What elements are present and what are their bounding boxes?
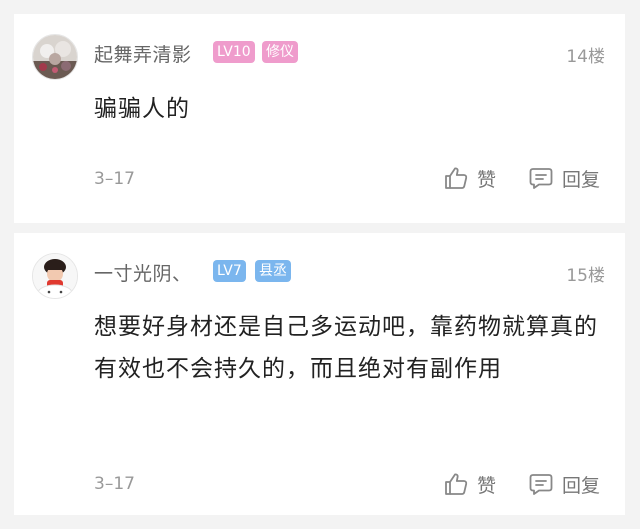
comment-content: 想要好身材还是自己多运动吧，靠药物就算真的有效也不会持久的，而且绝对有副作用 <box>94 314 598 382</box>
reply-label: 回复 <box>562 168 601 191</box>
reply-label: 回复 <box>562 474 601 497</box>
comment-content: 骗骗人的 <box>94 96 190 122</box>
like-label: 赞 <box>477 168 497 191</box>
thumbs-up-icon <box>445 167 468 189</box>
title-badge: 县丞 <box>255 260 291 282</box>
like-button[interactable]: 赞 <box>443 470 496 498</box>
comment-icon <box>529 168 553 189</box>
username[interactable]: 一寸光阴、 <box>94 259 192 286</box>
comment-card: 一寸光阴、 LV7 县丞 15楼 想要好身材还是自己多运动吧，靠药物就算真的有效… <box>14 233 625 515</box>
comment-icon <box>529 474 553 495</box>
avatar[interactable] <box>32 253 78 299</box>
thumbs-up-icon <box>445 473 468 495</box>
comment-date: 3–17 <box>94 474 135 494</box>
title-badge: 修仪 <box>262 41 298 63</box>
level-badge: LV7 <box>213 260 246 282</box>
reply-button[interactable]: 回复 <box>528 470 600 498</box>
avatar[interactable] <box>32 34 78 80</box>
like-label: 赞 <box>477 474 497 497</box>
username[interactable]: 起舞弄清影 <box>94 40 192 67</box>
reply-button[interactable]: 回复 <box>528 164 600 192</box>
comment-card: 起舞弄清影 LV10 修仪 14楼 骗骗人的 3–17 赞 回复 <box>14 14 625 223</box>
like-button[interactable]: 赞 <box>443 164 496 192</box>
avatar-image <box>33 35 77 79</box>
avatar-image <box>33 254 77 298</box>
comment-date: 3–17 <box>94 169 135 189</box>
level-badge: LV10 <box>213 41 255 63</box>
floor-number: 15楼 <box>566 266 605 286</box>
floor-number: 14楼 <box>566 47 605 67</box>
